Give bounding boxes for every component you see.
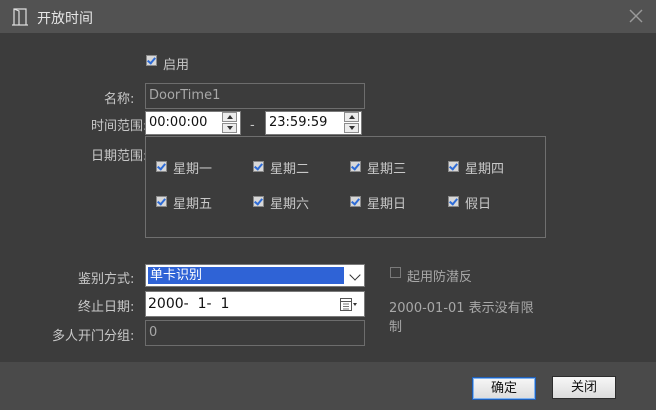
enable-checkbox[interactable] — [146, 55, 157, 66]
time-separator: - — [250, 118, 255, 133]
day-label: 星期六 — [270, 197, 310, 212]
day-label: 星期三 — [367, 162, 407, 177]
weekday-group: 星期一 星期二 星期三 星期四 星期五 星期六 星期日 假日 — [145, 136, 546, 238]
auth-mode-select[interactable]: 单卡识别 — [145, 264, 365, 287]
end-date-field[interactable]: 2000- 1- 1 — [145, 291, 365, 317]
close-icon[interactable] — [628, 8, 644, 24]
day-label: 星期四 — [465, 162, 505, 177]
day-label: 星期日 — [367, 197, 407, 212]
checkbox[interactable] — [156, 161, 167, 172]
checkbox[interactable] — [448, 161, 459, 172]
group-label: 多人开门分组: — [52, 329, 135, 344]
name-field[interactable]: DoorTime1 — [145, 83, 365, 109]
day-label: 星期二 — [270, 162, 310, 177]
calendar-icon[interactable] — [340, 298, 358, 311]
ok-button[interactable]: 确定 — [472, 377, 536, 400]
checkbox[interactable] — [448, 196, 459, 207]
door-icon — [12, 8, 28, 26]
end-time-spinner[interactable] — [344, 112, 360, 134]
day-label: 星期五 — [173, 197, 213, 212]
checkbox[interactable] — [350, 161, 361, 172]
end-date-label: 终止日期: — [78, 300, 135, 315]
day-label: 星期一 — [173, 162, 213, 177]
end-time-down[interactable] — [344, 123, 359, 133]
chevron-down-icon[interactable] — [349, 269, 361, 281]
open-time-dialog: 开放时间 启用 名称: DoorTime1 时间范围: 00:00:00 - 2… — [0, 0, 656, 410]
title-bar: 开放时间 — [0, 0, 656, 33]
date-range-label: 日期范围: — [91, 149, 148, 164]
checkbox[interactable] — [350, 196, 361, 207]
dialog-title: 开放时间 — [37, 11, 93, 27]
start-time-up[interactable] — [222, 112, 237, 122]
group-field[interactable]: 0 — [145, 320, 365, 346]
end-date-value: 2000- 1- 1 — [148, 296, 230, 312]
checkbox[interactable] — [253, 196, 264, 207]
time-range-label: 时间范围: — [91, 119, 148, 134]
enable-label: 启用 — [163, 58, 190, 73]
anti-passback-label: 起用防潜反 — [407, 270, 473, 285]
name-label: 名称: — [104, 92, 135, 107]
auth-mode-label: 鉴别方式: — [78, 272, 135, 287]
footer-bar: 确定 关闭 — [0, 362, 656, 410]
close-button[interactable]: 关闭 — [552, 376, 616, 399]
start-time-spinner[interactable] — [222, 112, 238, 134]
end-time-up[interactable] — [344, 112, 359, 122]
auth-mode-value: 单卡识别 — [148, 267, 344, 284]
start-time-down[interactable] — [222, 123, 237, 133]
anti-passback-checkbox[interactable] — [390, 267, 401, 278]
checkbox[interactable] — [156, 196, 167, 207]
end-date-note: 2000-01-01 表示没有限制 — [389, 301, 534, 335]
day-label: 假日 — [465, 197, 492, 212]
checkbox[interactable] — [253, 161, 264, 172]
